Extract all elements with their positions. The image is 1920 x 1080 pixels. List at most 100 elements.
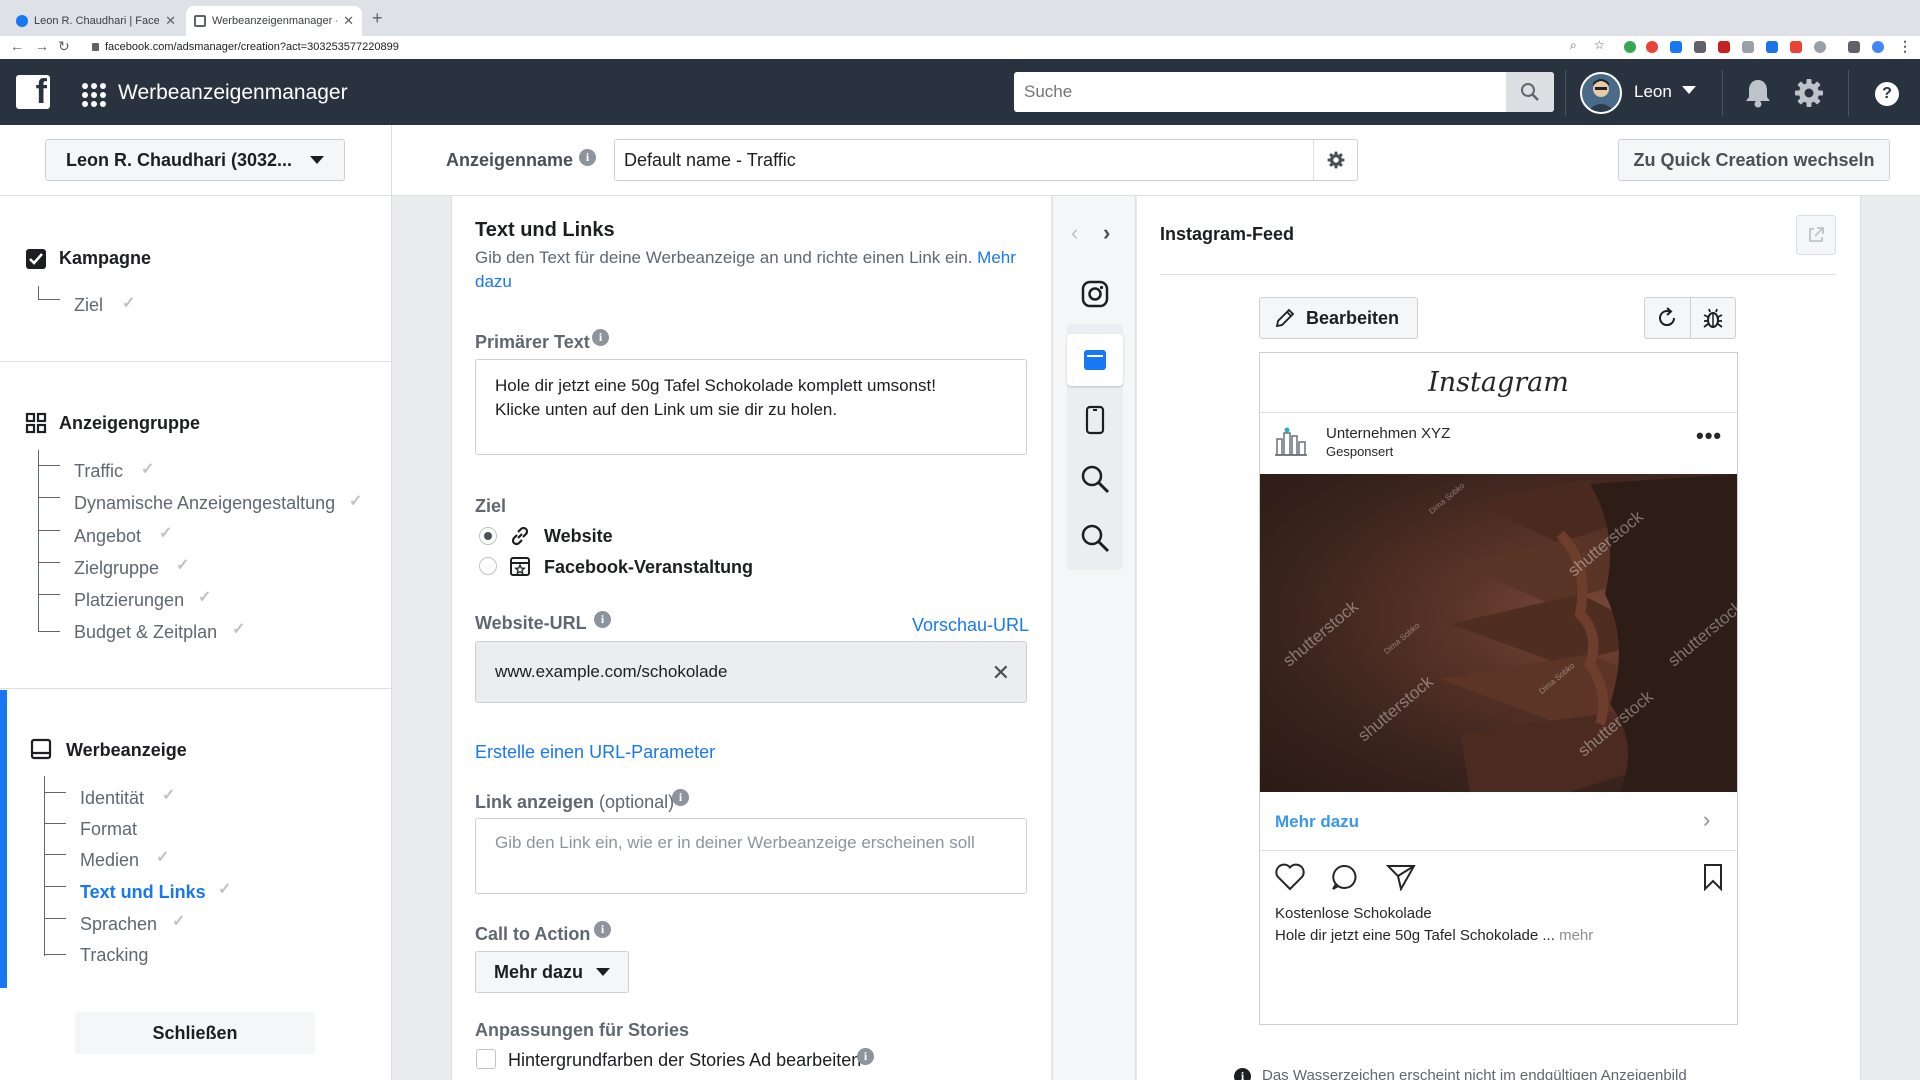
primary-text-input[interactable]: Hole dir jetzt eine 50g Tafel Schokolade…: [475, 359, 1027, 455]
info-icon[interactable]: i: [594, 921, 611, 938]
sidebar-item-text-und-links[interactable]: Text und Links: [80, 882, 206, 903]
instagram-icon[interactable]: [1080, 279, 1110, 314]
extension-icon[interactable]: [1814, 41, 1826, 53]
sidebar-item-platzierungen[interactable]: Platzierungen: [74, 590, 184, 611]
sidebar-item-zielgruppe[interactable]: Zielgruppe: [74, 558, 159, 579]
sidebar-item-traffic[interactable]: Traffic: [74, 461, 123, 482]
chevron-right-icon[interactable]: ›: [1103, 220, 1110, 246]
extension-icon[interactable]: [1646, 41, 1658, 53]
cta-label: Call to Action: [475, 924, 591, 944]
avatar[interactable]: [1580, 72, 1622, 114]
edit-button[interactable]: Bearbeiten: [1259, 297, 1418, 339]
extension-icon[interactable]: [1670, 41, 1682, 53]
help-icon[interactable]: ?: [1875, 82, 1899, 106]
bookmark-icon[interactable]: [1702, 863, 1724, 896]
comment-icon[interactable]: [1330, 863, 1360, 896]
browser-menu-icon[interactable]: ⋮: [1898, 38, 1912, 55]
zoom-icon[interactable]: ⌕: [1570, 38, 1582, 52]
extension-icon[interactable]: [1694, 41, 1706, 53]
new-tab-button[interactable]: +: [372, 8, 383, 29]
goal-option-facebook-event[interactable]: Facebook-Veranstaltung: [544, 557, 753, 578]
sidebar-item-identitaet[interactable]: Identität: [80, 788, 144, 809]
info-icon[interactable]: i: [579, 149, 596, 166]
gear-icon[interactable]: [1313, 140, 1357, 180]
forward-icon[interactable]: →: [35, 38, 49, 54]
goal-option-website[interactable]: Website: [544, 526, 613, 547]
mobile-icon[interactable]: [1084, 405, 1106, 440]
sidebar-section-kampagne[interactable]: Kampagne: [59, 248, 151, 269]
extension-icon[interactable]: [1790, 41, 1802, 53]
extension-icon[interactable]: [1766, 41, 1778, 53]
close-button[interactable]: Schließen: [75, 1012, 315, 1054]
browser-tab-facebook[interactable]: Leon R. Chaudhari | Facebook ✕: [8, 6, 184, 36]
gear-icon[interactable]: [1794, 78, 1824, 113]
sidebar-item-budget-zeitplan[interactable]: Budget & Zeitplan: [74, 622, 217, 643]
open-external-button[interactable]: [1796, 215, 1836, 255]
user-name[interactable]: Leon: [1634, 82, 1672, 102]
chevron-down-icon[interactable]: [1682, 86, 1696, 94]
sidebar-section-werbeanzeige[interactable]: Werbeanzeige: [66, 740, 187, 761]
reload-icon[interactable]: ↻: [58, 38, 70, 55]
close-tab-icon[interactable]: ✕: [343, 13, 354, 29]
heart-icon[interactable]: [1274, 863, 1306, 896]
tree-branch: [44, 905, 66, 919]
refresh-icon[interactable]: [1645, 298, 1691, 338]
search-icon[interactable]: [1079, 522, 1111, 559]
account-name: Leon R. Chaudhari (3032...: [66, 149, 293, 170]
apps-grid-icon[interactable]: [82, 83, 106, 107]
sidebar-item-format[interactable]: Format: [80, 819, 137, 840]
info-icon[interactable]: i: [857, 1048, 874, 1065]
url-parameter-link[interactable]: Erstelle einen URL-Parameter: [475, 742, 715, 763]
ad-name-input[interactable]: [615, 140, 1305, 180]
sidebar-item-angebot[interactable]: Angebot: [74, 526, 141, 547]
ad-name-label: Anzeigenname: [446, 150, 574, 170]
cta-dropdown[interactable]: Mehr dazu: [475, 951, 629, 993]
instagram-cta-bar[interactable]: Mehr dazu ›: [1260, 793, 1737, 851]
browser-tab-adsmanager[interactable]: Werbeanzeigenmanager - Cre... ✕: [186, 6, 362, 36]
sidebar-section-anzeigengruppe[interactable]: Anzeigengruppe: [59, 413, 200, 434]
active-section-indicator: [0, 690, 7, 988]
info-icon[interactable]: i: [672, 789, 689, 806]
sidebar-item-ziel[interactable]: Ziel: [74, 295, 103, 316]
cta-selected: Mehr dazu: [494, 961, 584, 982]
more-options-icon[interactable]: •••: [1696, 423, 1722, 449]
back-icon[interactable]: ←: [10, 38, 24, 54]
radio-facebook-event[interactable]: [479, 557, 497, 575]
quick-creation-button[interactable]: Zu Quick Creation wechseln: [1618, 139, 1890, 181]
preview-url-link[interactable]: Vorschau-URL: [912, 615, 1029, 636]
extensions-menu-icon[interactable]: [1848, 41, 1860, 53]
facebook-logo-icon[interactable]: f: [16, 73, 50, 111]
search-button[interactable]: [1506, 72, 1554, 112]
share-icon[interactable]: [1385, 863, 1416, 896]
search-input[interactable]: [1014, 72, 1506, 112]
clear-icon[interactable]: ✕: [992, 660, 1010, 686]
profile-avatar-icon[interactable]: [1872, 41, 1884, 53]
instagram-ad-preview: Instagram Unternehmen XYZ Gesponsert •••…: [1259, 352, 1738, 1025]
display-link-input[interactable]: Gib den Link ein, wie er in deiner Werbe…: [475, 818, 1027, 894]
close-tab-icon[interactable]: ✕: [165, 13, 176, 29]
account-selector[interactable]: Leon R. Chaudhari (3032...: [45, 139, 345, 181]
extension-icon[interactable]: [1742, 41, 1754, 53]
instagram-wordmark: Instagram: [1428, 367, 1569, 398]
extension-icon[interactable]: [1718, 41, 1730, 53]
stories-checkbox[interactable]: [476, 1049, 496, 1069]
caption-title: Kostenlose Schokolade: [1275, 905, 1432, 922]
info-icon[interactable]: i: [594, 611, 611, 628]
caption-more-link[interactable]: mehr: [1559, 927, 1593, 944]
bell-icon[interactable]: [1744, 78, 1772, 113]
goal-label: Ziel: [475, 496, 507, 516]
sidebar-item-sprachen[interactable]: Sprachen: [80, 914, 157, 935]
radio-website[interactable]: [479, 527, 497, 545]
search-icon[interactable]: [1079, 463, 1111, 500]
sidebar-item-tracking[interactable]: Tracking: [80, 945, 148, 966]
sidebar-item-medien[interactable]: Medien: [80, 850, 139, 871]
url-field[interactable]: facebook.com/adsmanager/creation?act=303…: [92, 41, 399, 53]
sidebar-item-dynamische-anzeigengestaltung[interactable]: Dynamische Anzeigengestaltung: [74, 493, 335, 514]
bug-icon[interactable]: [1691, 298, 1736, 338]
chevron-left-icon[interactable]: ‹: [1071, 220, 1078, 246]
extension-icon[interactable]: [1624, 41, 1636, 53]
bookmark-star-icon[interactable]: ☆: [1594, 38, 1606, 52]
info-icon[interactable]: i: [592, 329, 609, 346]
website-url-input[interactable]: [476, 642, 976, 702]
tree-branch: [38, 484, 60, 498]
